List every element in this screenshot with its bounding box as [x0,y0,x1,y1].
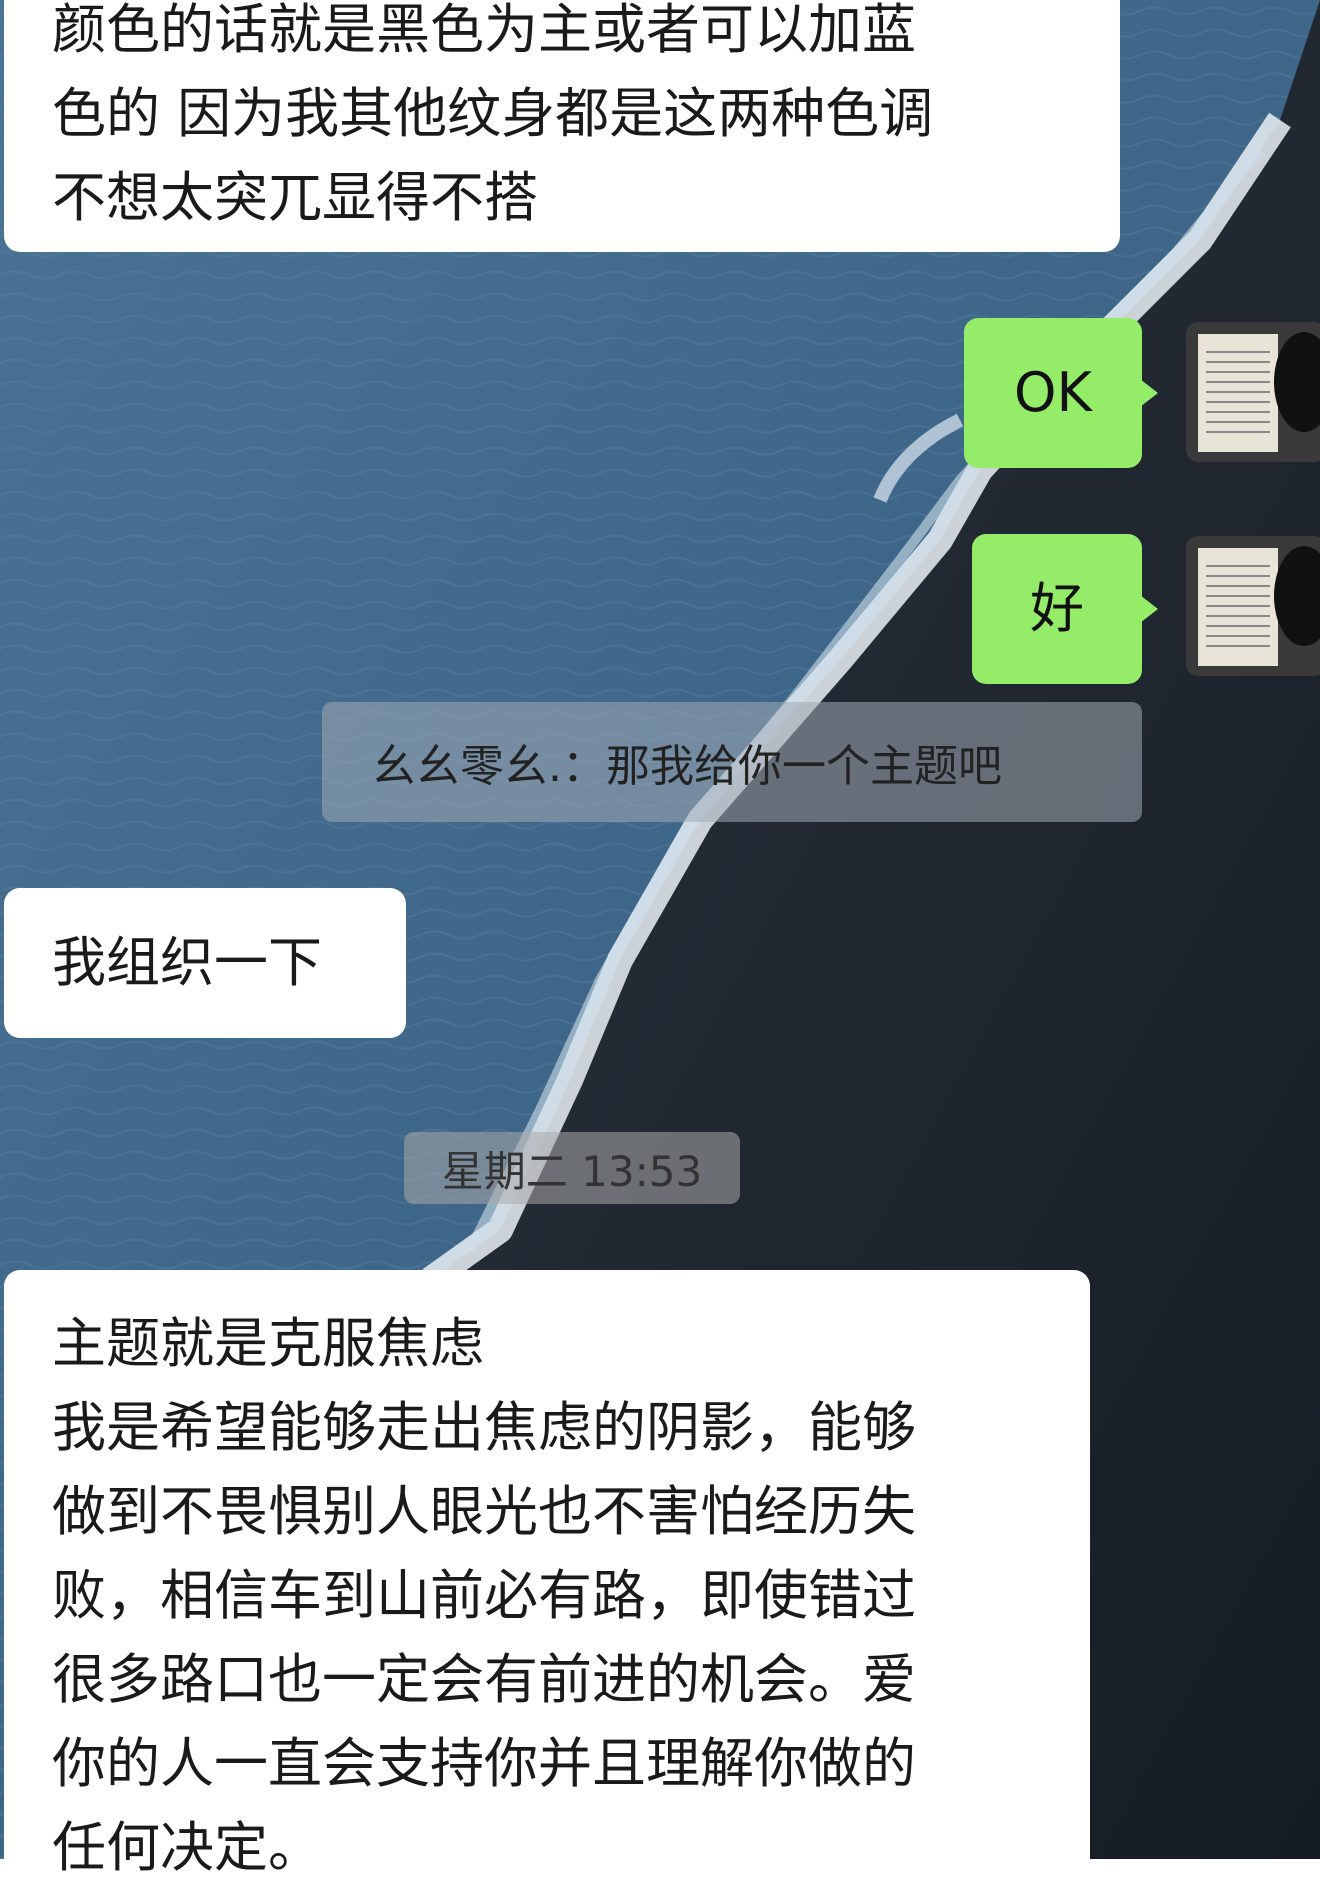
quoted-message[interactable]: 幺幺零幺.：那我给你一个主题吧 [322,702,1142,822]
message-text: 颜色的话就是黑色为主或者可以加蓝 色的 因为我其他纹身都是这两种色调 不想太突兀… [52,0,934,229]
received-message-bubble[interactable]: 颜色的话就是黑色为主或者可以加蓝 色的 因为我其他纹身都是这两种色调 不想太突兀… [4,0,1120,252]
received-message-bubble[interactable]: 主题就是克服焦虑 我是希望能够走出焦虑的阴影，能够 做到不畏惧别人眼光也不害怕经… [4,1270,1090,1890]
message-text: 我组织一下 [52,931,322,994]
sent-message-bubble[interactable]: 好 [972,534,1158,684]
book-avatar-icon[interactable] [1186,536,1320,676]
message-text: OK [1014,361,1092,424]
received-message-bubble[interactable]: 我组织一下 [4,888,406,1038]
book-avatar-icon[interactable] [1186,322,1320,462]
message-text: 主题就是克服焦虑 我是希望能够走出焦虑的阴影，能够 做到不畏惧别人眼光也不害怕经… [52,1312,916,1879]
message-timestamp: 星期二 13:53 [404,1132,740,1204]
quoted-message-text: 幺幺零幺.：那我给你一个主题吧 [372,741,1002,792]
sent-message-bubble[interactable]: OK [964,318,1158,468]
timestamp-text: 星期二 13:53 [441,1146,703,1196]
message-text: 好 [1030,577,1084,640]
